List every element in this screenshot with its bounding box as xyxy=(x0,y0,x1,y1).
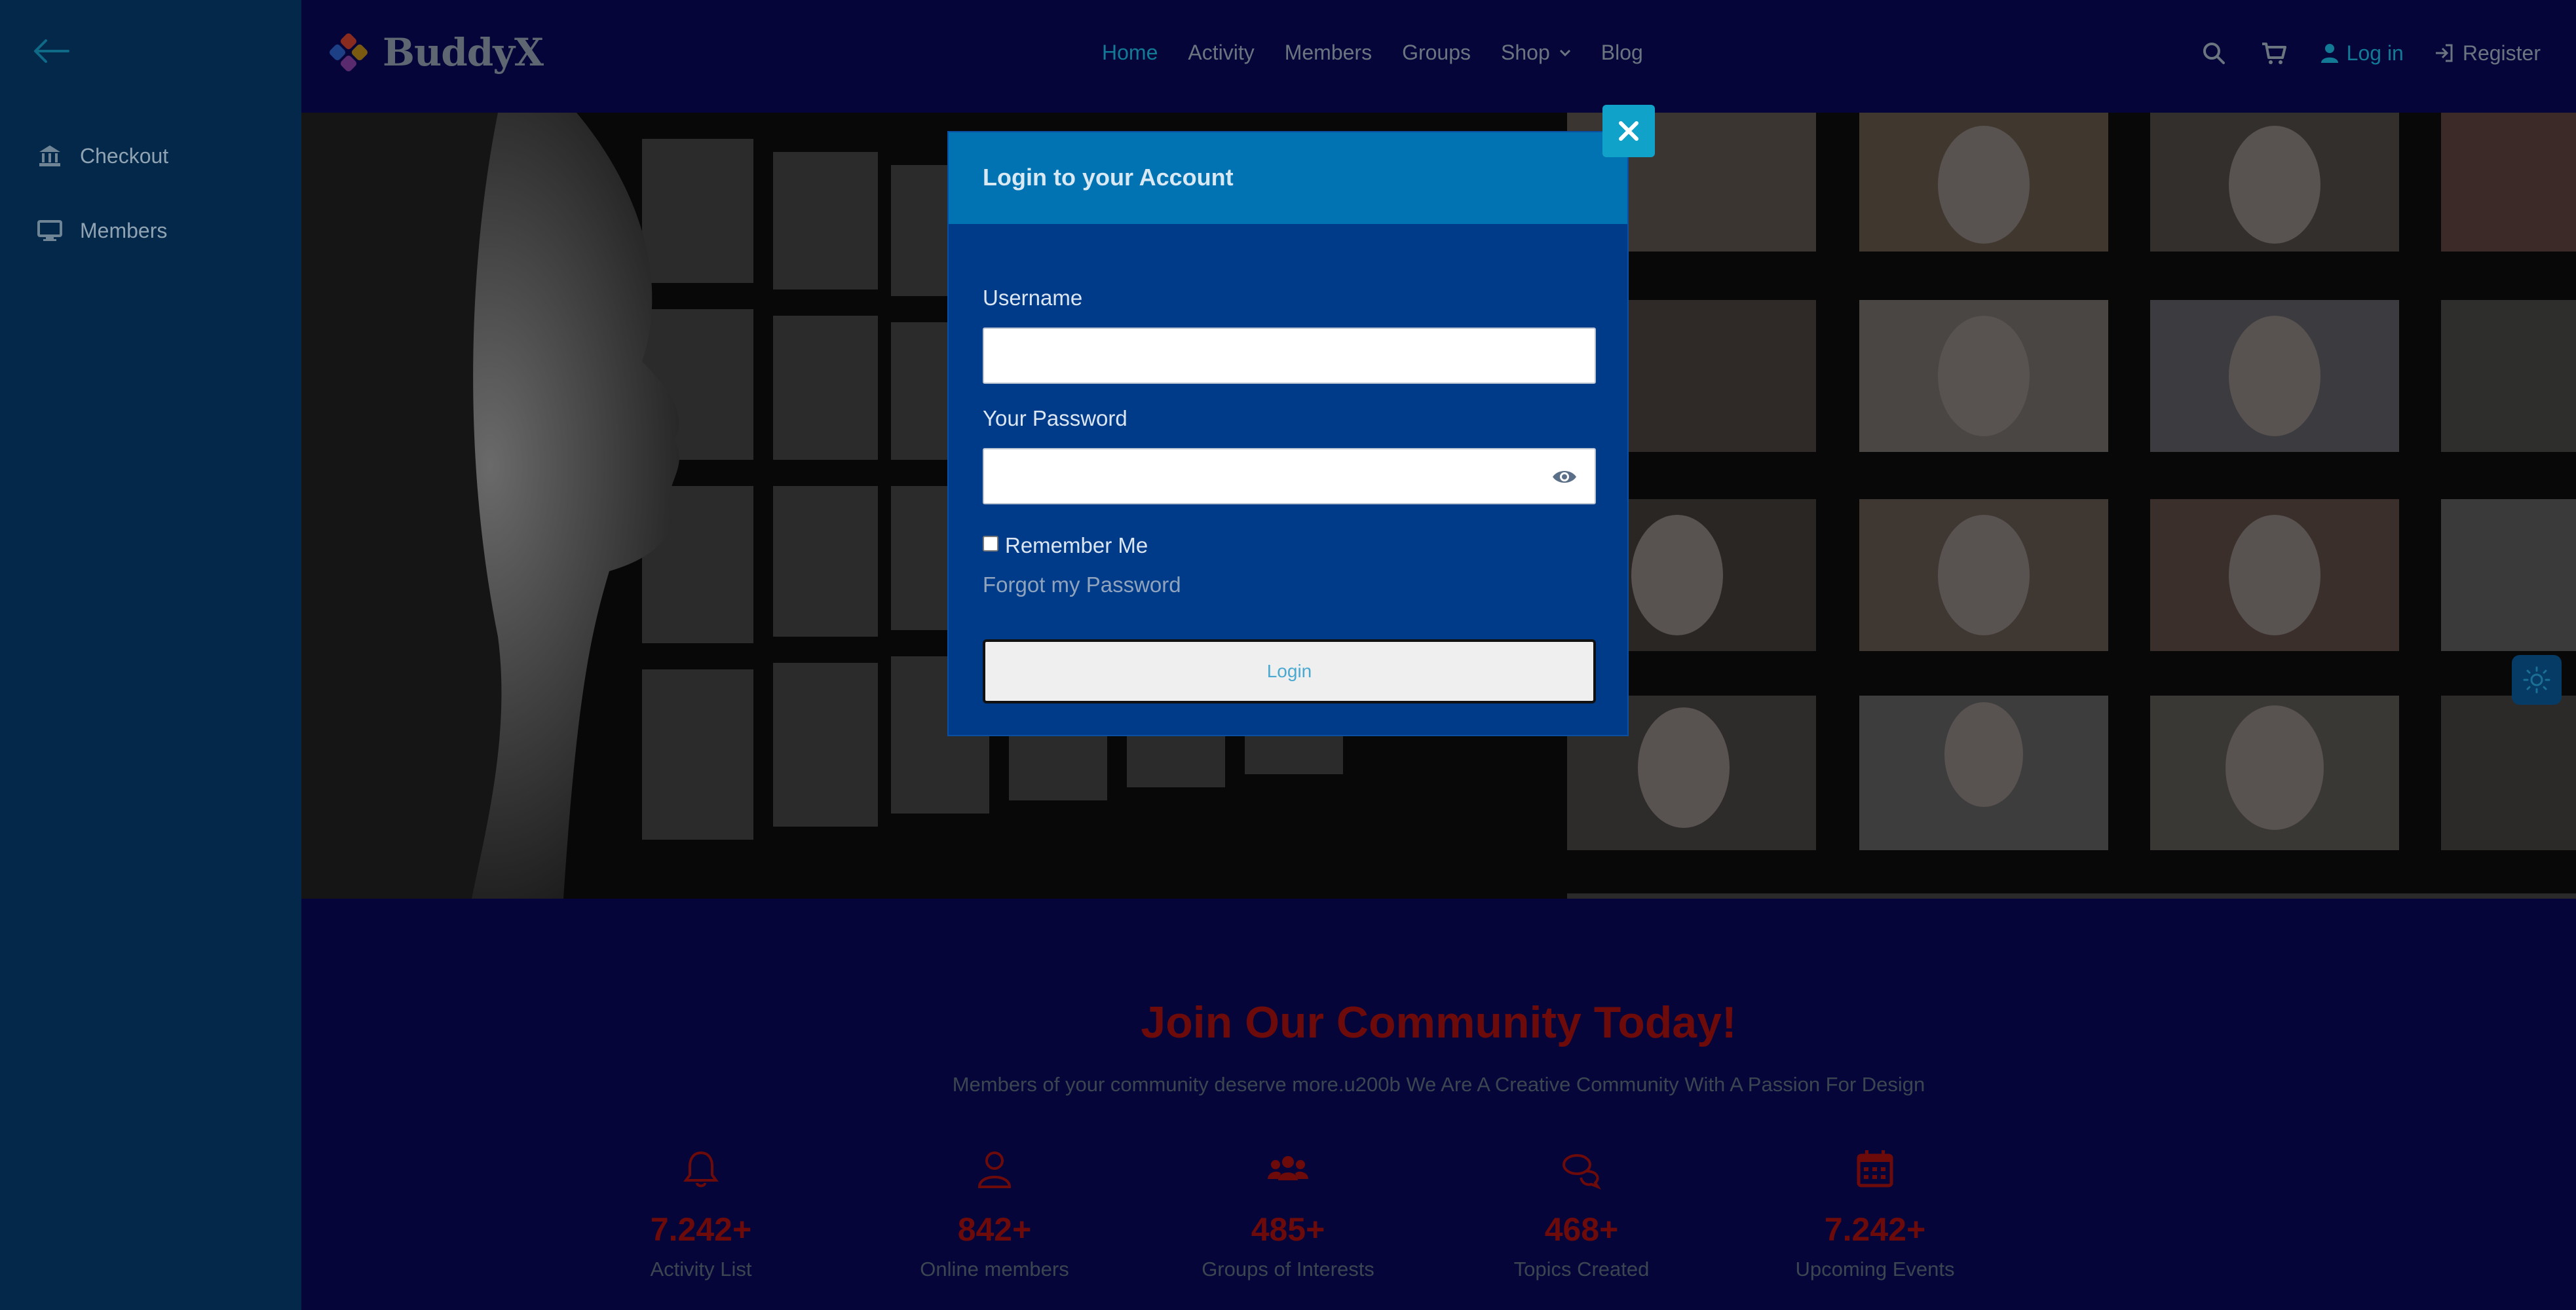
user-icon xyxy=(2320,44,2338,63)
password-input[interactable] xyxy=(983,448,1596,504)
buddyx-logo-icon xyxy=(329,33,368,72)
stat-label: Groups of Interests xyxy=(1202,1258,1374,1281)
users-icon xyxy=(1268,1156,1308,1180)
logo-text: BuddyX xyxy=(383,30,544,75)
stat-label: Upcoming Events xyxy=(1795,1258,1955,1281)
stat-label: Topics Created xyxy=(1513,1258,1650,1281)
sidebar-item-label: Members xyxy=(80,218,168,242)
forgot-password-link[interactable]: Forgot my Password xyxy=(983,572,1181,597)
logo[interactable]: BuddyX xyxy=(325,29,544,76)
sidebar-item-label: Checkout xyxy=(80,143,169,168)
sign-in-icon xyxy=(2435,44,2453,62)
stat-topics: 468+ Topics Created xyxy=(1457,1148,1706,1281)
user-icon xyxy=(977,1151,1012,1188)
close-modal-button[interactable] xyxy=(1602,105,1655,157)
cart-icon[interactable] xyxy=(2260,39,2288,67)
back-arrow-icon[interactable] xyxy=(31,37,71,66)
community-subtitle: Members of your community deserve more.u… xyxy=(952,1073,1925,1096)
main-nav: Home Activity Members Groups Shop Blog xyxy=(1102,41,1673,65)
nav-shop[interactable]: Shop xyxy=(1501,41,1571,65)
stat-label: Activity List xyxy=(650,1258,752,1281)
stat-number: 485+ xyxy=(1251,1211,1325,1248)
nav-activity[interactable]: Activity xyxy=(1188,41,1254,65)
nav-members[interactable]: Members xyxy=(1285,41,1372,65)
close-icon xyxy=(1619,121,1638,141)
header-actions: Log in Register xyxy=(2200,39,2541,67)
nav-groups[interactable]: Groups xyxy=(1402,41,1471,65)
username-label: Username xyxy=(983,286,1083,310)
calendar-icon xyxy=(1857,1150,1893,1188)
sidebar-item-checkout[interactable]: Checkout xyxy=(37,143,168,169)
chat-icon xyxy=(1563,1154,1602,1190)
stat-online-members: 842+ Online members xyxy=(870,1148,1119,1281)
sidebar: Checkout Members xyxy=(0,0,301,1310)
login-link[interactable]: Log in xyxy=(2320,41,2404,66)
stat-number: 7.242+ xyxy=(650,1211,752,1248)
remember-me-checkbox[interactable] xyxy=(983,536,998,552)
bell-icon xyxy=(683,1151,719,1188)
sidebar-item-members[interactable]: Members xyxy=(37,217,167,244)
username-input[interactable] xyxy=(983,328,1596,384)
stat-groups: 485+ Groups of Interests xyxy=(1164,1148,1412,1281)
stat-activity-list: 7.242+ Activity List xyxy=(577,1148,825,1281)
community-title: Join Our Community Today! xyxy=(1141,998,1737,1047)
login-modal: Login to your Account Username Your Pass… xyxy=(947,131,1629,736)
sun-icon xyxy=(2523,666,2550,694)
nav-home[interactable]: Home xyxy=(1102,41,1158,65)
theme-toggle-button[interactable] xyxy=(2512,655,2562,705)
stat-upcoming-events: 7.242+ Upcoming Events xyxy=(1751,1148,1999,1281)
stat-label: Online members xyxy=(920,1258,1069,1281)
search-icon[interactable] xyxy=(2200,39,2227,67)
remember-me-label[interactable]: Remember Me xyxy=(1005,533,1148,558)
login-link-label: Log in xyxy=(2346,41,2404,65)
nav-blog[interactable]: Blog xyxy=(1601,41,1643,65)
login-button[interactable]: Login xyxy=(983,639,1596,703)
modal-title: Login to your Account xyxy=(983,164,1234,191)
modal-header: Login to your Account xyxy=(949,132,1627,224)
register-link[interactable]: Register xyxy=(2434,41,2541,66)
site-header: BuddyX Home Activity Members Groups Shop… xyxy=(301,0,2576,113)
monitor-icon xyxy=(37,220,62,241)
bank-icon xyxy=(39,145,60,166)
password-label: Your Password xyxy=(983,406,1127,430)
eye-icon[interactable] xyxy=(1551,465,1578,489)
stat-number: 468+ xyxy=(1544,1211,1619,1248)
chevron-down-icon xyxy=(1559,49,1570,56)
nav-shop-label: Shop xyxy=(1501,41,1550,64)
stat-number: 842+ xyxy=(957,1211,1032,1248)
register-link-label: Register xyxy=(2462,41,2541,65)
stat-number: 7.242+ xyxy=(1824,1211,1926,1248)
